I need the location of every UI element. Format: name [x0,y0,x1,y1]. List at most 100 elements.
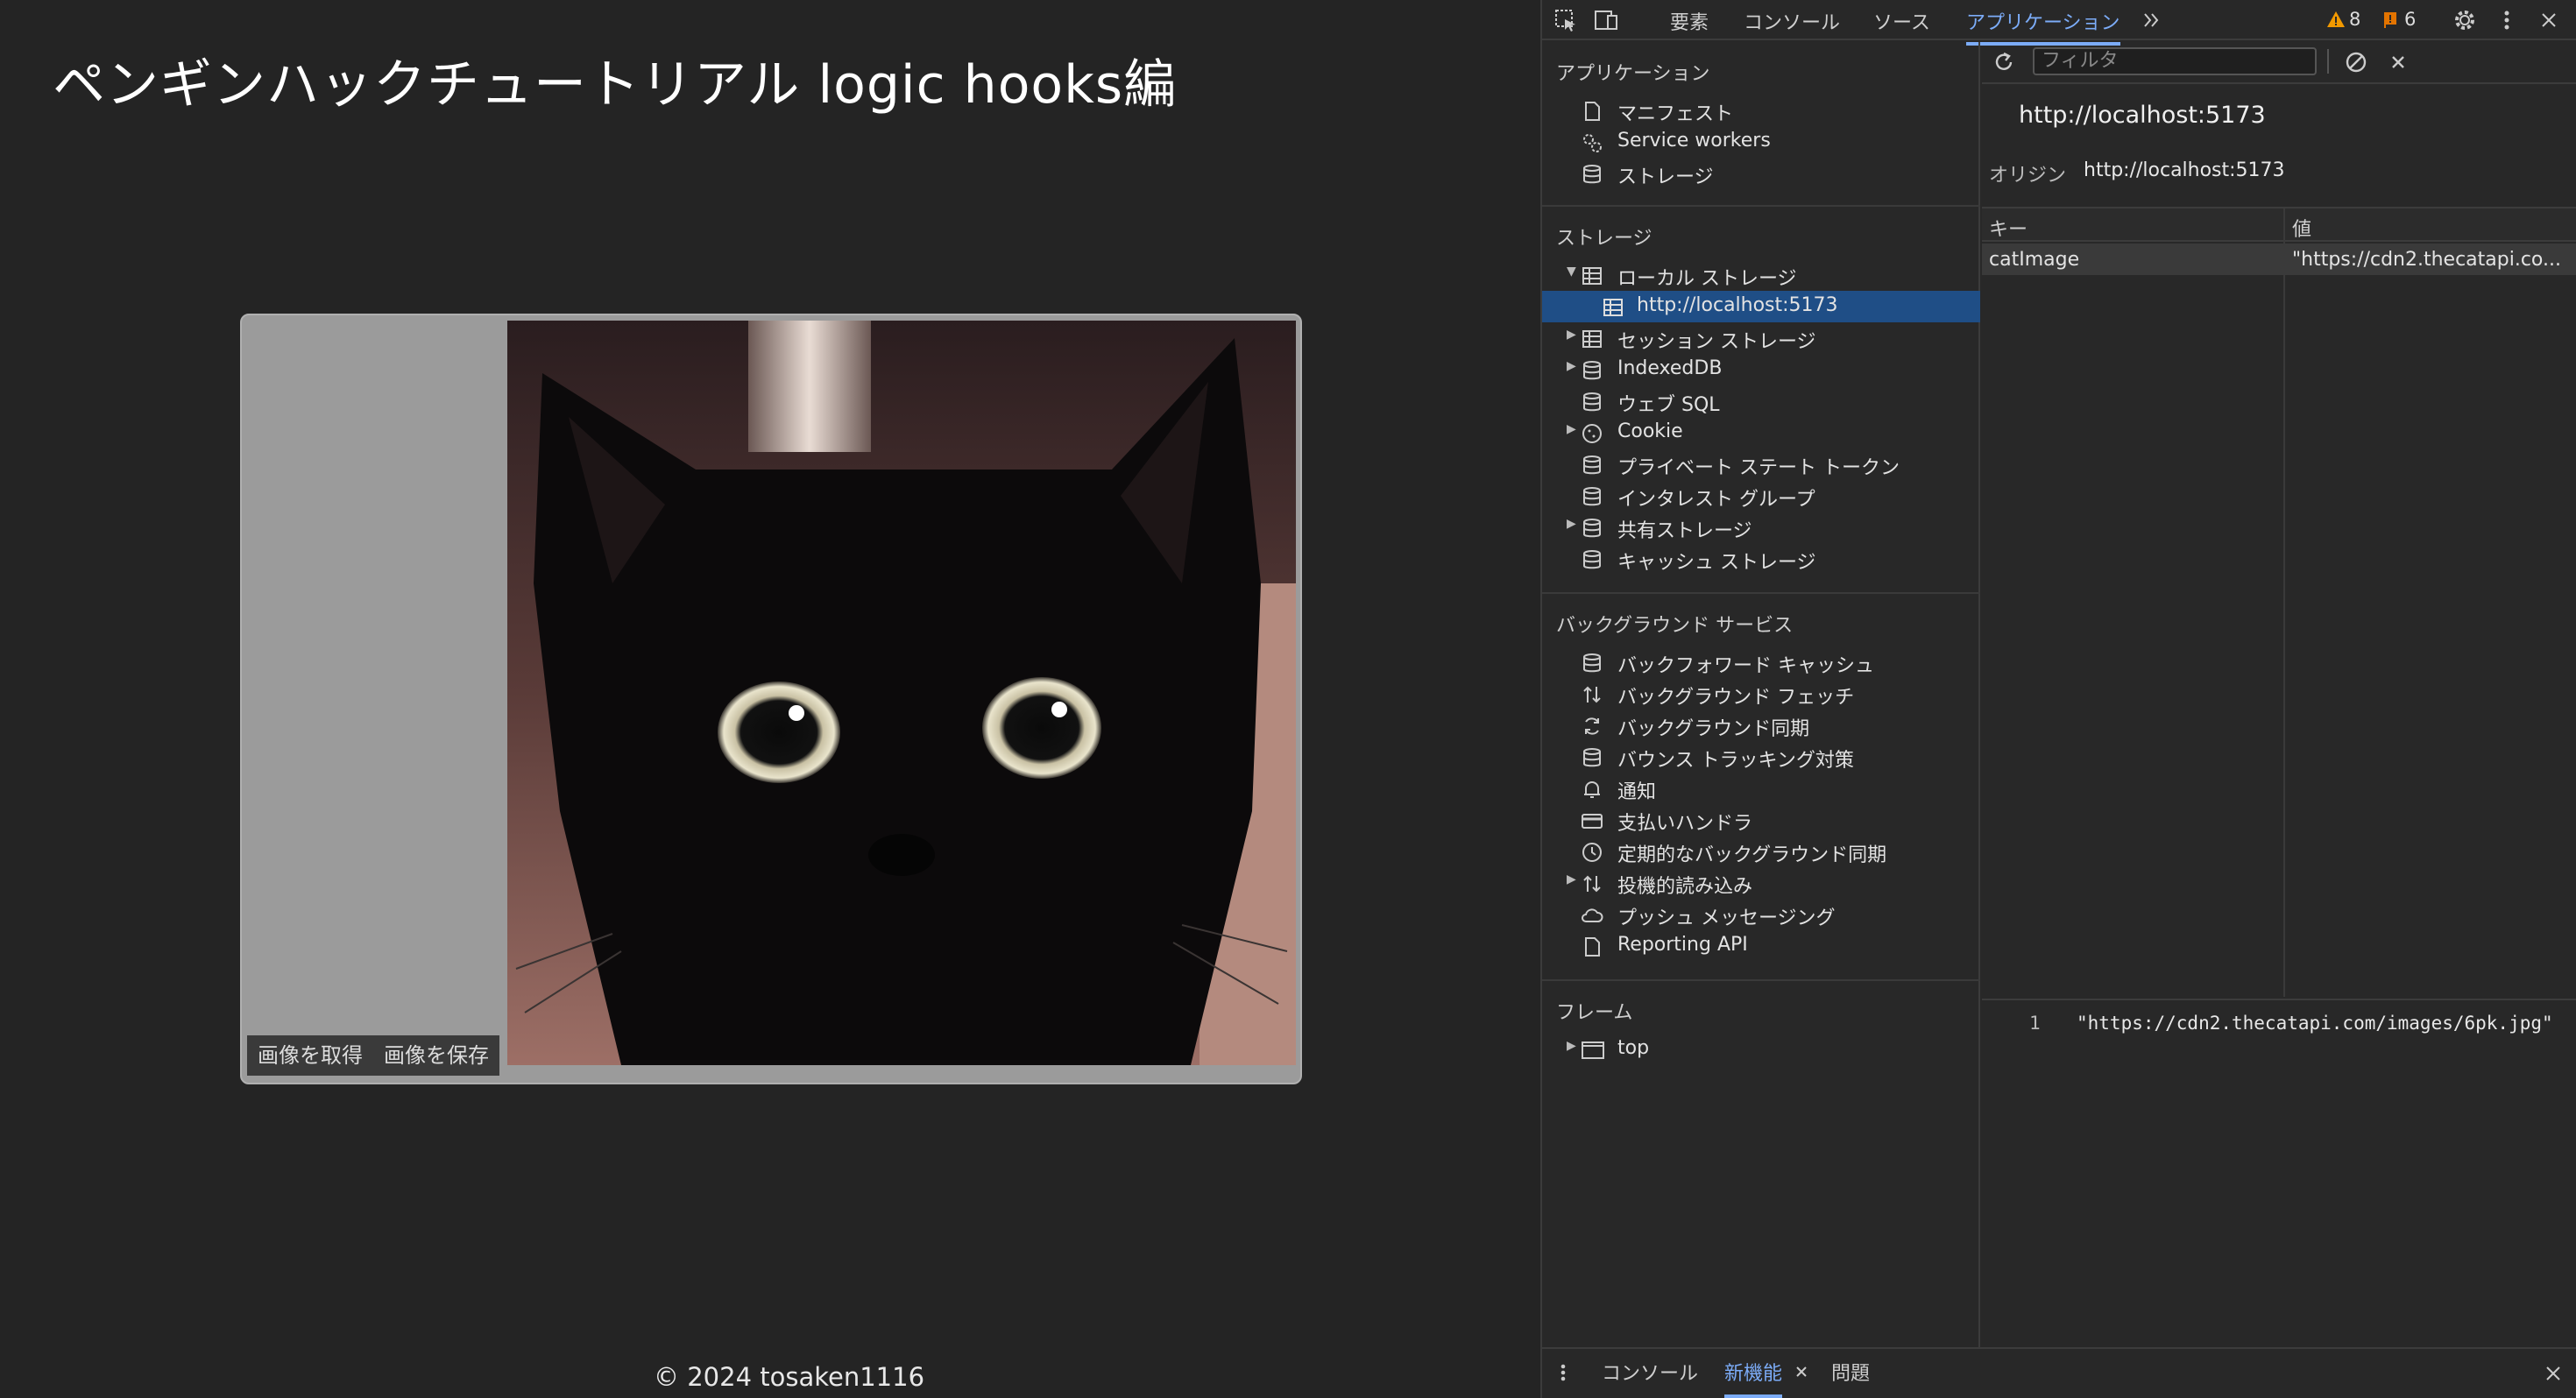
sidebar-item-manifest[interactable]: マニフェスト [1542,95,1980,126]
sidebar-item-shared-storage[interactable]: ▶ 共有ストレージ [1542,512,1980,543]
origin-info: オリジン http://localhost:5173 [1989,159,2285,187]
drawer-menu-icon[interactable] [1554,1359,1572,1386]
sidebar-item-local-origin[interactable]: http://localhost:5173 [1542,291,1980,322]
sidebar-item-websql[interactable]: ウェブ SQL [1542,385,1980,417]
more-tabs-icon[interactable] [2138,5,2168,35]
database-icon [1581,359,1603,382]
action-buttons: 画像を取得 画像を保存 [247,1035,499,1076]
sidebar-item-session-storage[interactable]: ▶ セッション ストレージ [1542,322,1980,354]
line-number: 1 [2029,1013,2041,1034]
settings-gear-icon[interactable] [2450,5,2480,35]
preview-value: "https://cdn2.thecatapi.com/images/6pk.j… [2077,1013,2553,1034]
sidebar-item-notifications[interactable]: 通知 [1542,773,1980,804]
sidebar-label: プライベート ステート トークン [1617,457,1900,479]
up-down-arrows-icon [1581,872,1603,895]
more-options-icon[interactable] [2492,5,2522,35]
sidebar-label: top [1617,1037,1650,1059]
sidebar-label: 通知 [1617,781,1657,803]
drawer-tab-whats-new[interactable]: 新機能 [1724,1358,1783,1398]
sidebar-item-frame-top[interactable]: ▶ top [1542,1034,1980,1065]
collapsed-triangle-icon[interactable]: ▶ [1567,872,1576,886]
filter-input[interactable]: フィルタ [2033,47,2317,75]
value-preview: 1 "https://cdn2.thecatapi.com/images/6pk… [1982,999,2576,1347]
delete-selected-icon[interactable] [2385,49,2411,75]
issue-flag-icon [2384,12,2396,28]
origin-heading: http://localhost:5173 [2019,102,2266,129]
clear-all-icon[interactable] [2343,49,2369,75]
storage-toolbar: フィルタ [1982,42,2576,84]
sidebar-item-background-fetch[interactable]: バックグラウンド フェッチ [1542,678,1980,710]
collapsed-triangle-icon[interactable]: ▶ [1567,422,1576,436]
collapsed-triangle-icon[interactable]: ▶ [1567,517,1576,531]
sidebar-item-cookie[interactable]: ▶ Cookie [1542,417,1980,448]
document-icon [1581,936,1603,958]
close-tab-icon[interactable] [1793,1363,1810,1380]
cloud-icon [1581,904,1603,927]
sidebar-label: IndexedDB [1617,357,1723,379]
column-key-header[interactable]: キー [1989,214,2028,242]
fetch-image-button[interactable]: 画像を取得 [247,1035,373,1076]
sidebar-item-private-state-tokens[interactable]: プライベート ステート トークン [1542,448,1980,480]
sidebar-item-service-workers[interactable]: Service workers [1542,126,1980,158]
warnings-counter[interactable]: 8 [2326,9,2360,30]
local-storage-table: キー 値 catImage "https://cdn2.thecatapi.co… [1982,207,2576,997]
sidebar-item-bfcache[interactable]: バックフォワード キャッシュ [1542,646,1980,678]
tab-application[interactable]: アプリケーション [1966,7,2120,46]
section-background-services: バックグラウンド サービス [1556,615,1794,637]
tab-sources[interactable]: ソース [1873,7,1930,35]
sidebar-label: http://localhost:5173 [1637,294,1838,316]
close-devtools-icon[interactable] [2534,5,2564,35]
sidebar-label: セッション ストレージ [1617,331,1816,353]
close-drawer-icon[interactable] [2541,1361,2565,1386]
sidebar-item-local-storage[interactable]: ▼ ローカル ストレージ [1542,259,1980,291]
database-icon [1581,485,1603,508]
clock-icon [1581,841,1603,864]
sidebar-item-cache-storage[interactable]: キャッシュ ストレージ [1542,543,1980,575]
refresh-icon[interactable] [1991,49,2017,75]
sidebar-item-background-sync[interactable]: バックグラウンド同期 [1542,710,1980,741]
sidebar-label: 支払いハンドラ [1617,813,1753,835]
expanded-triangle-icon[interactable]: ▼ [1567,265,1576,279]
sidebar-label: バックフォワード キャッシュ [1617,655,1874,677]
sidebar-item-storage[interactable]: ストレージ [1542,158,1980,189]
sidebar-label: 投機的読み込み [1617,876,1753,898]
collapsed-triangle-icon[interactable]: ▶ [1567,1039,1576,1053]
sidebar-item-bounce-tracking[interactable]: バウンス トラッキング対策 [1542,741,1980,773]
column-separator[interactable] [2283,208,2285,997]
sidebar-item-periodic-sync[interactable]: 定期的なバックグラウンド同期 [1542,836,1980,867]
section-frames: フレーム [1556,1002,1633,1024]
sidebar-label: バックグラウンド同期 [1617,718,1810,740]
table-row[interactable]: catImage "https://cdn2.thecatapi.co... [1982,244,2576,275]
cookie-icon [1581,422,1603,445]
divider [1542,205,1980,207]
sidebar-item-push-messaging[interactable]: プッシュ メッセージング [1542,899,1980,930]
tab-console[interactable]: コンソール [1744,7,1840,35]
issues-count: 6 [2404,9,2417,30]
sidebar-label: ストレージ [1617,166,1714,188]
sidebar-item-payment-handler[interactable]: 支払いハンドラ [1542,804,1980,836]
tab-elements[interactable]: 要素 [1670,7,1709,35]
sidebar-item-interest-groups[interactable]: インタレスト グループ [1542,480,1980,512]
divider [1542,592,1980,594]
page-title: ペンギンハックチュートリアル logic hooks編 [53,54,1178,116]
save-image-button[interactable]: 画像を保存 [373,1035,499,1076]
sidebar-item-indexeddb[interactable]: ▶ IndexedDB [1542,354,1980,385]
collapsed-triangle-icon[interactable]: ▶ [1567,359,1576,373]
device-toolbar-icon[interactable] [1591,5,1621,35]
column-value-header[interactable]: 値 [2292,214,2311,242]
inspect-element-icon[interactable] [1551,5,1581,35]
app-page: ペンギンハックチュートリアル logic hooks編 画像を取得 画像を保存 … [0,0,1540,1398]
footer-copyright: © 2024 tosaken1116 [654,1362,925,1392]
drawer-tab-console[interactable]: コンソール [1602,1358,1698,1386]
sidebar-item-speculative-loads[interactable]: ▶ 投機的読み込み [1542,867,1980,899]
collapsed-triangle-icon[interactable]: ▶ [1567,328,1576,342]
drawer-tab-issues[interactable]: 問題 [1831,1358,1870,1386]
origin-value: http://localhost:5173 [2084,159,2285,181]
devtools-toolbar: 要素 コンソール ソース アプリケーション 8 6 [1542,0,2576,46]
sidebar-label: ローカル ストレージ [1617,268,1797,290]
sidebar-label: 共有ストレージ [1617,520,1752,542]
toolbar-separator [2327,49,2329,74]
row-value: "https://cdn2.thecatapi.co... [2292,249,2561,271]
issues-counter[interactable]: 6 [2381,9,2416,30]
sidebar-item-reporting-api[interactable]: Reporting API [1542,930,1980,962]
